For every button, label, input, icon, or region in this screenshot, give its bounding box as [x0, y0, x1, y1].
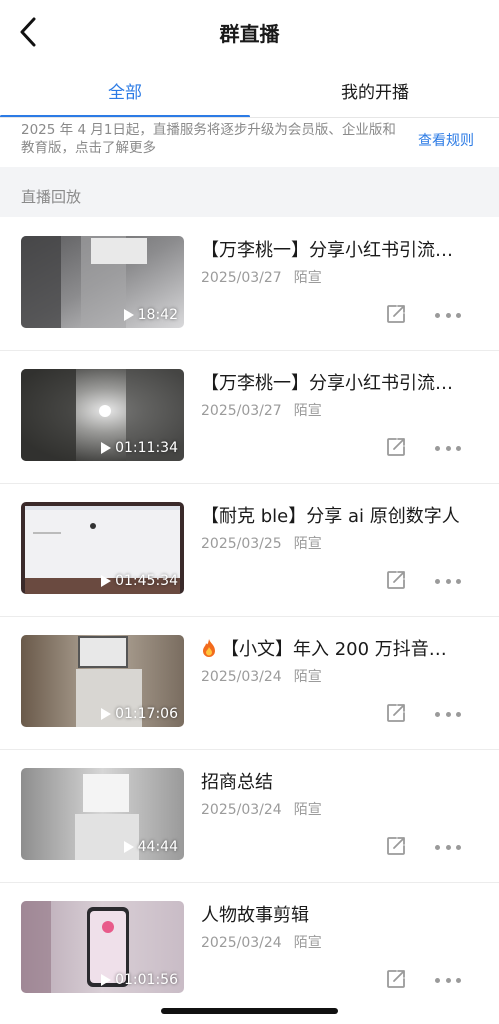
video-meta: 2025/03/24 陌宣 — [201, 932, 322, 952]
duration-text: 01:45:34 — [115, 573, 178, 589]
video-date: 2025/03/27 — [201, 270, 282, 286]
share-icon[interactable] — [385, 303, 407, 325]
duration-text: 01:01:56 — [115, 972, 178, 988]
list-item[interactable]: 01:45:34 【耐克 ble】分享 ai 原创数字人 2025/03/25 陌… — [0, 483, 499, 617]
video-author: 陌宣 — [293, 935, 322, 951]
duration-text: 01:17:06 — [115, 706, 178, 722]
duration-badge: 18:42 — [123, 307, 178, 323]
video-title[interactable]: 【小文】年入 200 万抖音… — [201, 635, 486, 661]
play-icon — [101, 442, 112, 454]
share-icon[interactable] — [385, 569, 407, 591]
duration-badge: 01:01:56 — [101, 972, 178, 988]
list-item[interactable]: 01:01:56 人物故事剪辑 2025/03/24 陌宣 — [0, 882, 499, 1015]
section-title: 直播回放 — [21, 188, 82, 206]
video-author: 陌宣 — [293, 270, 322, 286]
video-meta: 2025/03/24 陌宣 — [201, 799, 322, 819]
duration-badge: 01:45:34 — [101, 573, 178, 589]
video-title[interactable]: 招商总结 — [201, 768, 486, 794]
video-date: 2025/03/24 — [201, 802, 282, 818]
video-author: 陌宣 — [293, 669, 322, 685]
duration-badge: 01:11:34 — [101, 440, 178, 456]
video-thumbnail[interactable]: 01:45:34 — [21, 502, 184, 594]
video-author: 陌宣 — [293, 403, 322, 419]
list-item[interactable]: 44:44 招商总结 2025/03/24 陌宣 — [0, 749, 499, 883]
duration-text: 44:44 — [137, 839, 178, 855]
tab-all[interactable]: 全部 — [0, 78, 250, 103]
video-thumbnail[interactable]: 44:44 — [21, 768, 184, 860]
video-title[interactable]: 【耐克 ble】分享 ai 原创数字人 — [201, 502, 486, 528]
duration-text: 18:42 — [137, 307, 178, 323]
video-title-text: 【小文】年入 200 万抖音… — [221, 639, 447, 660]
duration-text: 01:11:34 — [115, 440, 178, 456]
video-meta: 2025/03/27 陌宣 — [201, 267, 322, 287]
share-icon[interactable] — [385, 968, 407, 990]
fire-icon — [203, 639, 215, 657]
more-options-icon[interactable] — [435, 444, 461, 452]
tab-my-live[interactable]: 我的开播 — [250, 78, 499, 103]
more-options-icon[interactable] — [435, 843, 461, 851]
play-icon — [101, 575, 112, 587]
video-date: 2025/03/24 — [201, 935, 282, 951]
video-author: 陌宣 — [293, 536, 322, 552]
video-date: 2025/03/27 — [201, 403, 282, 419]
share-icon[interactable] — [385, 835, 407, 857]
share-icon[interactable] — [385, 702, 407, 724]
video-date: 2025/03/25 — [201, 536, 282, 552]
video-meta: 2025/03/25 陌宣 — [201, 533, 322, 553]
notice-text: 2025 年 4 月1日起，直播服务将逐步升级为会员版、企业版和教育版，点击了解… — [21, 122, 396, 156]
duration-badge: 01:17:06 — [101, 706, 178, 722]
section-header: 直播回放 — [0, 167, 499, 217]
share-icon[interactable] — [385, 436, 407, 458]
more-options-icon[interactable] — [435, 311, 461, 319]
play-icon — [123, 309, 134, 321]
video-meta: 2025/03/24 陌宣 — [201, 666, 322, 686]
tab-bar: 全部 我的开播 — [0, 66, 499, 118]
video-thumbnail[interactable]: 18:42 — [21, 236, 184, 328]
view-rules-link[interactable]: 查看规则 — [418, 130, 474, 150]
video-meta: 2025/03/27 陌宣 — [201, 400, 322, 420]
video-title[interactable]: 【万李桃一】分享小红书引流… — [201, 369, 486, 395]
video-thumbnail[interactable]: 01:01:56 — [21, 901, 184, 993]
video-title[interactable]: 人物故事剪辑 — [201, 901, 486, 927]
video-thumbnail[interactable]: 01:11:34 — [21, 369, 184, 461]
page-title: 群直播 — [219, 22, 280, 46]
play-icon — [101, 708, 112, 720]
nav-bar: 群直播 — [0, 0, 499, 66]
video-date: 2025/03/24 — [201, 669, 282, 685]
play-icon — [101, 974, 112, 986]
video-author: 陌宣 — [293, 802, 322, 818]
list-item[interactable]: 01:11:34 【万李桃一】分享小红书引流… 2025/03/27 陌宣 — [0, 350, 499, 484]
list-item[interactable]: 01:17:06 【小文】年入 200 万抖音… 2025/03/24 陌宣 — [0, 616, 499, 750]
play-icon — [123, 841, 134, 853]
notice-banner[interactable]: 2025 年 4 月1日起，直播服务将逐步升级为会员版、企业版和教育版，点击了解… — [0, 118, 499, 167]
video-thumbnail[interactable]: 01:17:06 — [21, 635, 184, 727]
more-options-icon[interactable] — [435, 577, 461, 585]
list-item[interactable]: 18:42 【万李桃一】分享小红书引流… 2025/03/27 陌宣 — [0, 217, 499, 351]
more-options-icon[interactable] — [435, 976, 461, 984]
home-indicator[interactable] — [161, 1008, 338, 1014]
duration-badge: 44:44 — [123, 839, 178, 855]
more-options-icon[interactable] — [435, 710, 461, 718]
video-title[interactable]: 【万李桃一】分享小红书引流… — [201, 236, 486, 262]
